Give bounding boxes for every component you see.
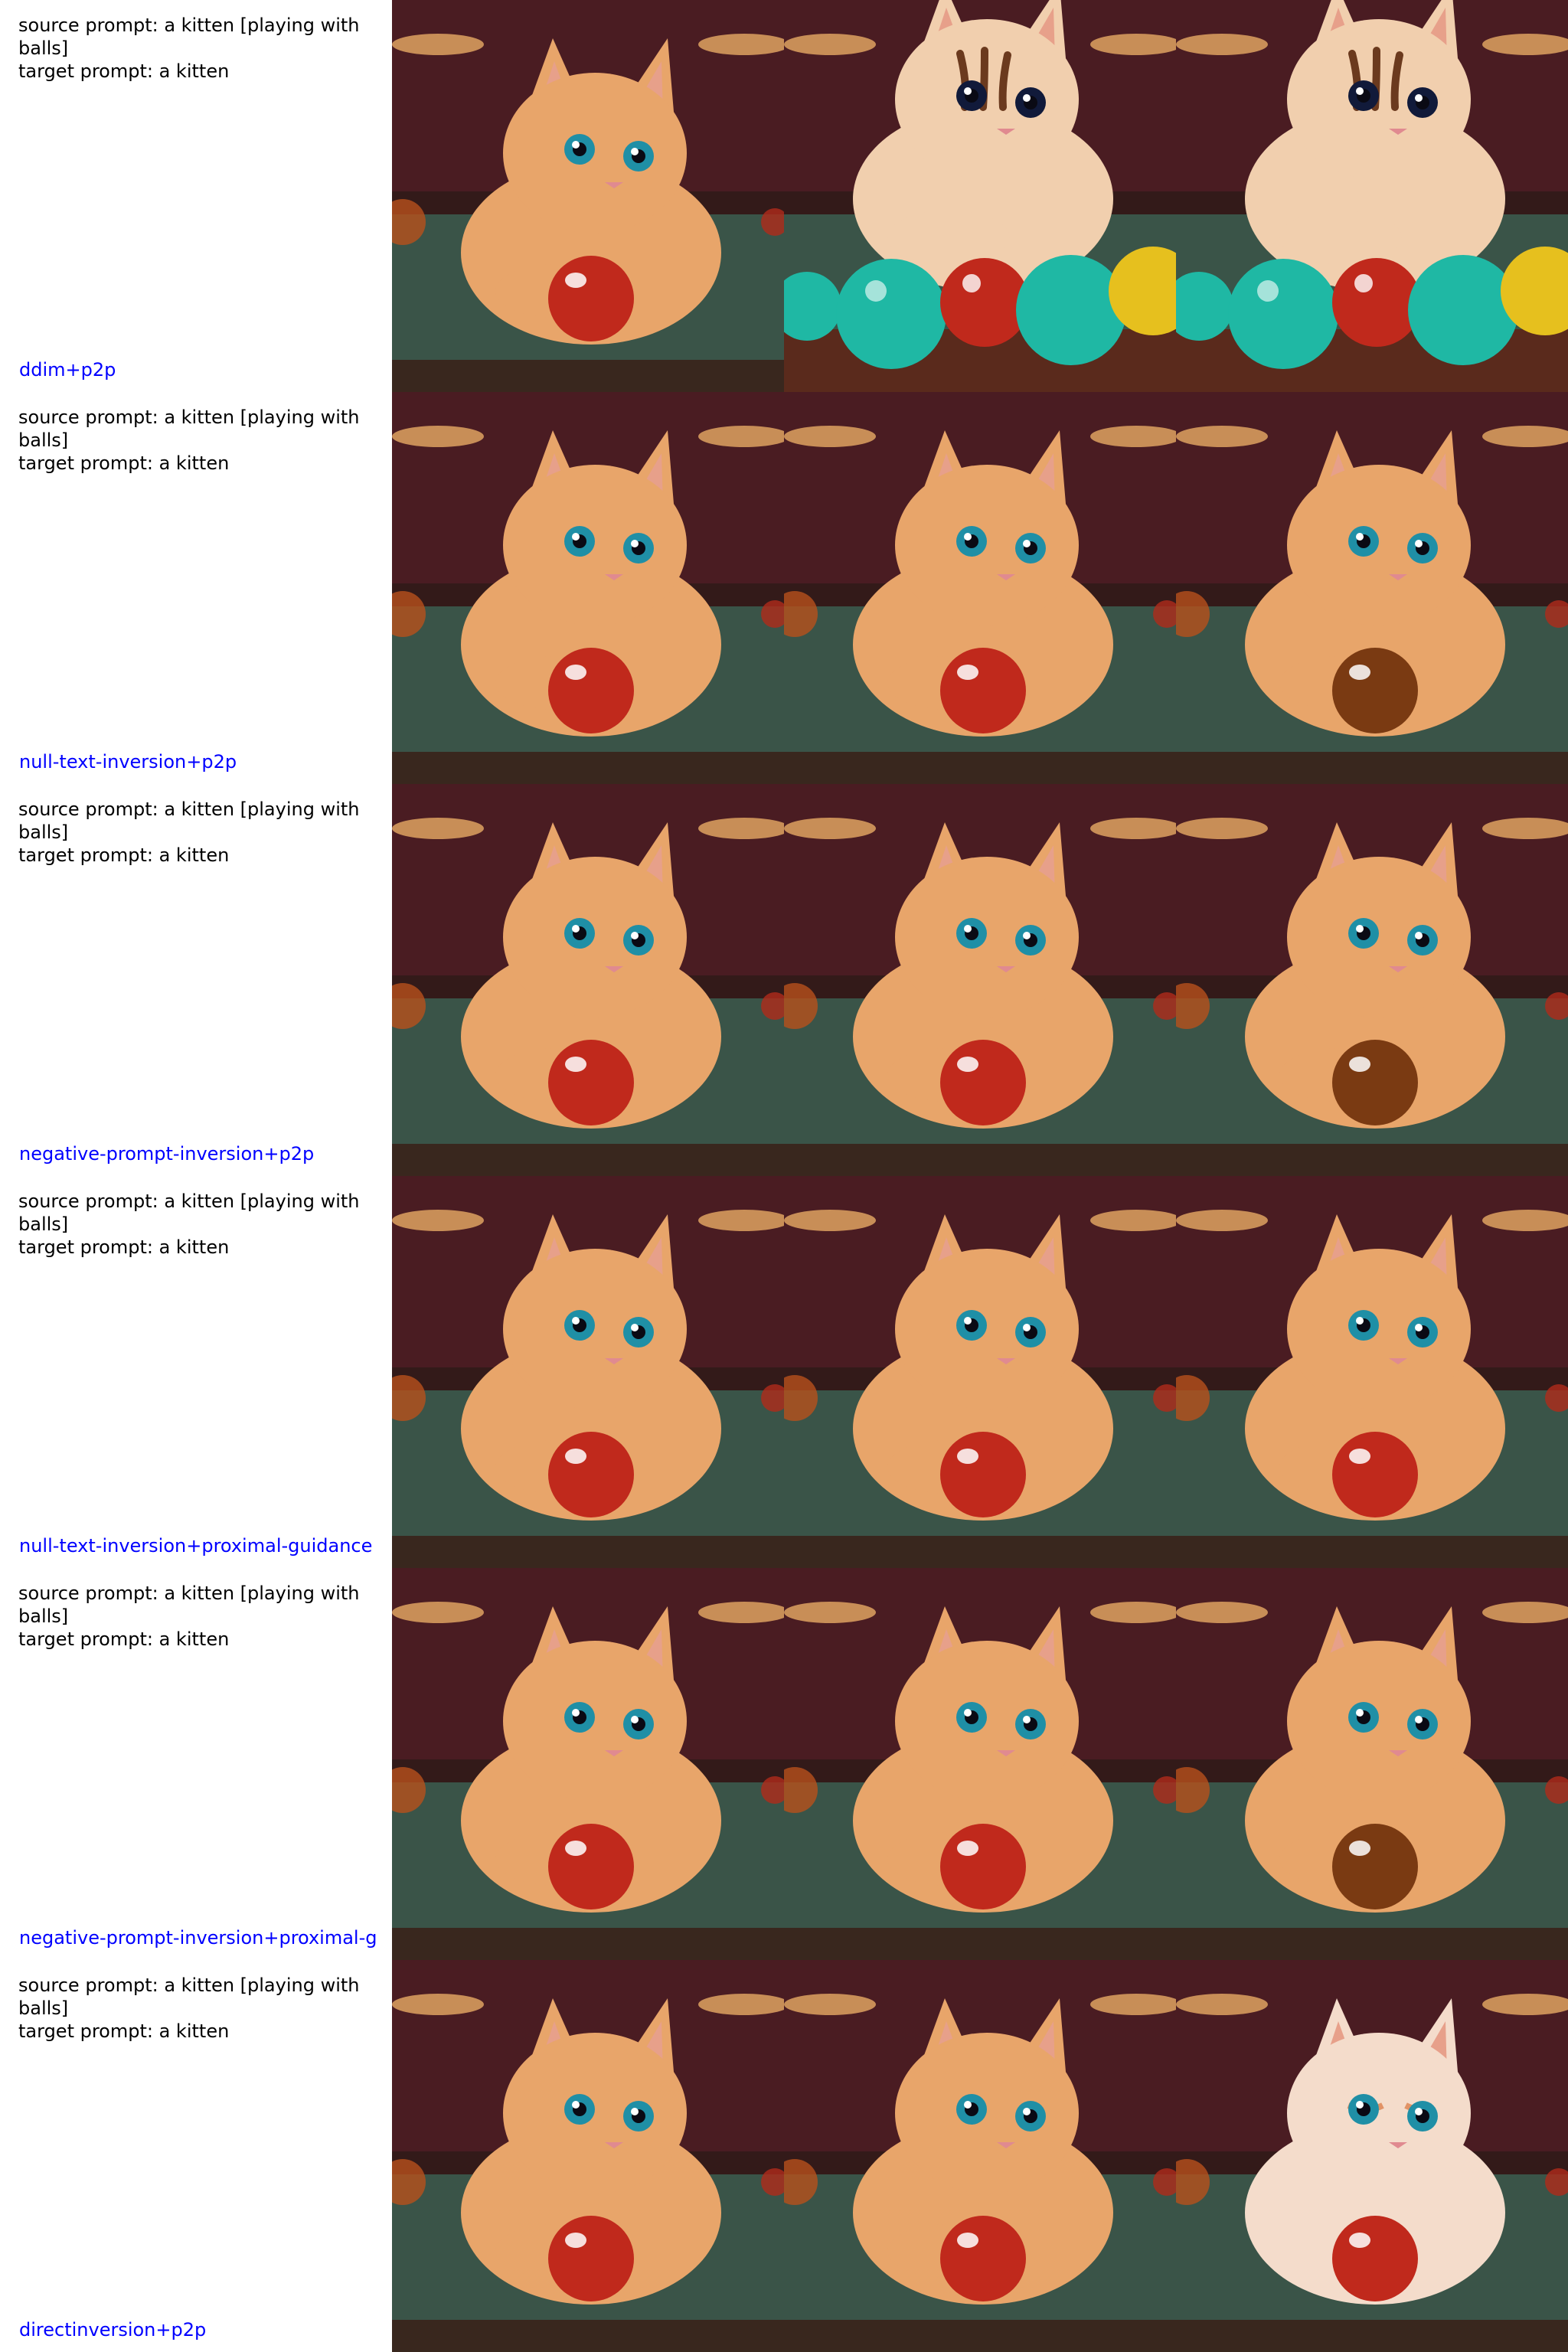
kitten-image bbox=[784, 784, 1176, 1176]
edited-image bbox=[1176, 0, 1568, 392]
prompt-text: source prompt: a kitten [playing with ba… bbox=[18, 1191, 360, 1258]
row-label-cell: source prompt: a kitten [playing with ba… bbox=[0, 1960, 392, 2352]
source-image bbox=[392, 1176, 784, 1568]
comparison-row: source prompt: a kitten [playing with ba… bbox=[0, 392, 1568, 784]
kitten-image bbox=[1176, 784, 1568, 1176]
prompt-text: source prompt: a kitten [playing with ba… bbox=[18, 799, 360, 866]
method-label: null-text-inversion+p2p bbox=[19, 751, 237, 773]
edited-image bbox=[784, 1568, 1176, 1960]
comparison-row: source prompt: a kitten [playing with ba… bbox=[0, 1960, 1568, 2352]
comparison-row: source prompt: a kitten [playing with ba… bbox=[0, 1568, 1568, 1960]
kitten-image bbox=[784, 1960, 1176, 2352]
kitten-image bbox=[784, 1568, 1176, 1960]
edited-image bbox=[1176, 392, 1568, 784]
edited-image bbox=[784, 1176, 1176, 1568]
kitten-image bbox=[392, 784, 784, 1176]
comparison-row: source prompt: a kitten [playing with ba… bbox=[0, 1176, 1568, 1568]
row-label-cell: source prompt: a kitten [playing with ba… bbox=[0, 784, 392, 1176]
edited-image bbox=[1176, 1568, 1568, 1960]
row-label-cell: source prompt: a kitten [playing with ba… bbox=[0, 392, 392, 784]
prompt-text: source prompt: a kitten [playing with ba… bbox=[18, 1583, 360, 1650]
row-label-cell: source prompt: a kitten [playing with ba… bbox=[0, 0, 392, 392]
edited-image bbox=[784, 392, 1176, 784]
edited-image bbox=[784, 1960, 1176, 2352]
prompt-text: source prompt: a kitten [playing with ba… bbox=[18, 1975, 360, 2042]
source-image bbox=[392, 784, 784, 1176]
kitten-image bbox=[784, 0, 1176, 392]
edited-image bbox=[784, 784, 1176, 1176]
row-label-cell: source prompt: a kitten [playing with ba… bbox=[0, 1568, 392, 1960]
row-label-cell: source prompt: a kitten [playing with ba… bbox=[0, 1176, 392, 1568]
kitten-image bbox=[1176, 1568, 1568, 1960]
method-label: ddim+p2p bbox=[19, 359, 116, 381]
kitten-image bbox=[784, 1176, 1176, 1568]
kitten-image bbox=[392, 392, 784, 784]
method-label: null-text-inversion+proximal-guidance bbox=[19, 1535, 373, 1557]
kitten-image bbox=[1176, 0, 1568, 392]
method-label: negative-prompt-inversion+p2p bbox=[19, 1143, 315, 1165]
kitten-image bbox=[392, 1960, 784, 2352]
kitten-image bbox=[784, 392, 1176, 784]
comparison-row: source prompt: a kitten [playing with ba… bbox=[0, 784, 1568, 1176]
source-image bbox=[392, 1568, 784, 1960]
prompt-text: source prompt: a kitten [playing with ba… bbox=[18, 407, 360, 474]
edited-image bbox=[1176, 1176, 1568, 1568]
source-image bbox=[392, 1960, 784, 2352]
comparison-row: source prompt: a kitten [playing with ba… bbox=[0, 0, 1568, 392]
edited-image bbox=[1176, 784, 1568, 1176]
kitten-image bbox=[392, 0, 784, 392]
method-label: negative-prompt-inversion+proximal-g bbox=[19, 1927, 377, 1949]
comparison-grid: source prompt: a kitten [playing with ba… bbox=[0, 0, 1568, 2352]
source-image bbox=[392, 392, 784, 784]
kitten-image bbox=[1176, 392, 1568, 784]
kitten-image bbox=[1176, 1960, 1568, 2352]
prompt-text: source prompt: a kitten [playing with ba… bbox=[18, 15, 360, 82]
edited-image bbox=[784, 0, 1176, 392]
kitten-image bbox=[392, 1568, 784, 1960]
method-label: directinversion+p2p bbox=[19, 2319, 207, 2341]
edited-image bbox=[1176, 1960, 1568, 2352]
source-image bbox=[392, 0, 784, 392]
kitten-image bbox=[392, 1176, 784, 1568]
kitten-image bbox=[1176, 1176, 1568, 1568]
